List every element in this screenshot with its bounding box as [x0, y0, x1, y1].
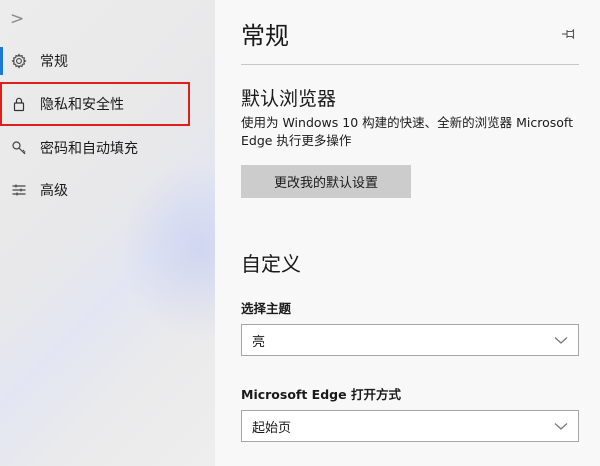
open-with-value: 起始页 — [252, 420, 292, 436]
key-icon — [10, 139, 28, 157]
sidebar-item-label: 常规 — [40, 54, 68, 70]
lock-icon — [10, 95, 28, 113]
sidebar-item-advanced[interactable]: 高级 — [0, 170, 215, 210]
settings-panel: 常规 默认浏览器 使用为 Windows 10 构建的快速、全新的浏览器 Mic… — [215, 0, 600, 466]
pin-icon[interactable] — [561, 26, 577, 40]
sidebar-item-label: 密码和自动填充 — [40, 141, 138, 157]
open-with-label: Microsoft Edge 打开方式 — [241, 387, 401, 402]
theme-label: 选择主题 — [241, 301, 292, 316]
customize-heading: 自定义 — [241, 252, 301, 276]
open-with-select[interactable]: 起始页 — [241, 410, 579, 442]
change-default-button[interactable]: 更改我的默认设置 — [241, 165, 411, 198]
default-browser-heading: 默认浏览器 — [241, 88, 337, 110]
expand-button[interactable]: > — [10, 8, 34, 30]
theme-select[interactable]: 亮 — [241, 324, 579, 356]
gear-icon — [10, 52, 28, 70]
sliders-icon — [10, 181, 28, 199]
sidebar-item-general[interactable]: 常规 — [0, 41, 215, 81]
sidebar-item-label: 隐私和安全性 — [40, 97, 124, 113]
sidebar-item-label: 高级 — [40, 183, 68, 199]
sidebar-item-privacy[interactable]: 隐私和安全性 — [0, 82, 190, 126]
title-divider — [241, 64, 579, 65]
sidebar-item-passwords[interactable]: 密码和自动填充 — [0, 128, 215, 168]
default-browser-description: 使用为 Windows 10 构建的快速、全新的浏览器 Microsoft Ed… — [241, 115, 573, 148]
chevron-down-icon — [554, 423, 568, 430]
sidebar: > 常规 隐私和安全性 密码和自动填充 高级 — [0, 0, 215, 466]
chevron-down-icon — [554, 337, 568, 344]
page-title: 常规 — [241, 22, 289, 50]
theme-value: 亮 — [252, 334, 266, 350]
